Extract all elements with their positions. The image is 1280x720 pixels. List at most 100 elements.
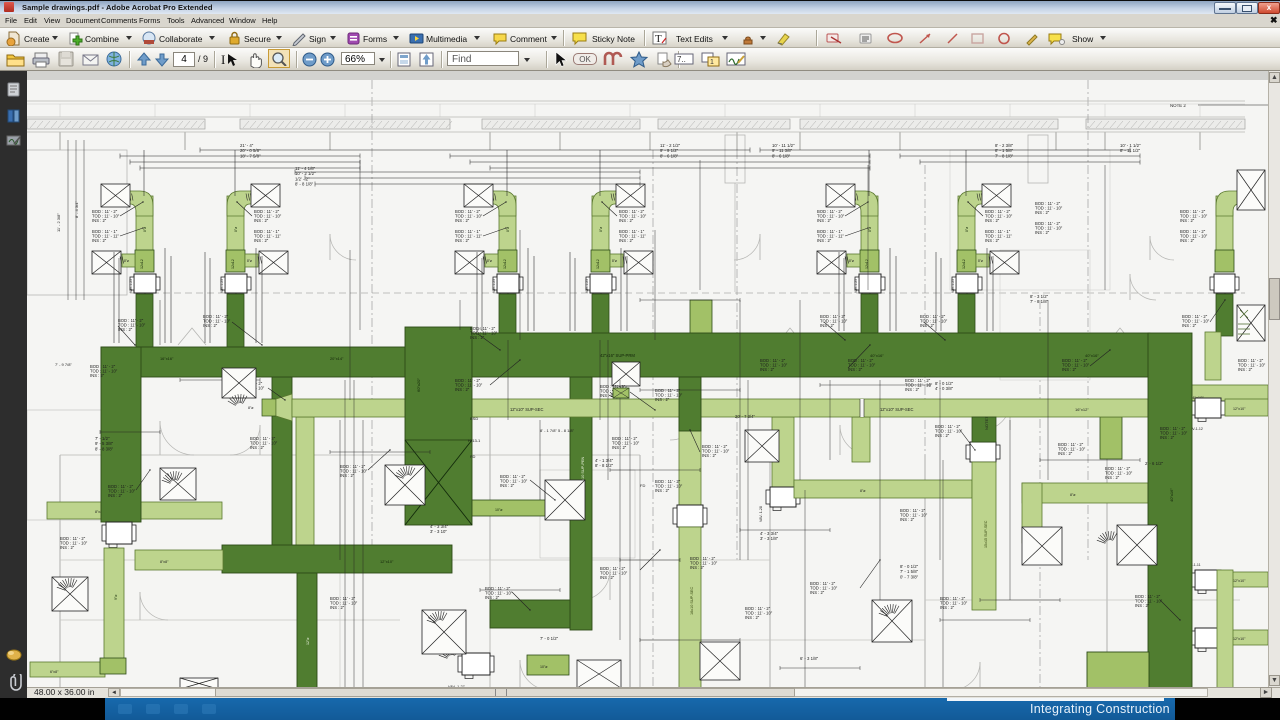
svg-text:INS : 2": INS : 2" [612,445,627,450]
svg-text:8' - 8 3/8": 8' - 8 3/8" [95,446,114,451]
svg-text:20"x14": 20"x14" [330,356,344,361]
svg-text:8"ø: 8"ø [599,227,603,232]
svg-text:INS : 2": INS : 2" [118,327,133,332]
svg-text:20' - 7 3/4": 20' - 7 3/4" [735,414,755,419]
svg-text:INS : 2": INS : 2" [1180,218,1195,223]
svg-text:8"ø: 8"ø [868,227,872,232]
svg-text:VAV-1-25: VAV-1-25 [585,279,589,293]
svg-text:12"ø: 12"ø [306,637,310,645]
svg-text:INS : 2": INS : 2" [1105,475,1120,480]
svg-text:7..: 7.. [677,55,686,64]
svg-text:VAV-1-25: VAV-1-25 [492,279,496,293]
svg-text:INS : 2": INS : 2" [619,238,634,243]
svg-text:INS : 2": INS : 2" [600,393,615,398]
svg-text:8' - 8 1/8": 8' - 8 1/8" [295,182,314,187]
svg-text:INS : 2": INS : 2" [108,493,123,498]
svg-text:INS : 2": INS : 2" [1160,435,1175,440]
svg-text:12x12: 12x12 [596,259,600,269]
svg-text:11' - 2 3/8": 11' - 2 3/8" [56,213,61,232]
svg-text:12x12: 12x12 [140,259,144,269]
svg-text:12x12: 12x12 [503,259,507,269]
svg-text:VAV-1-25: VAV-1-25 [220,279,224,293]
svg-text:12"x10": 12"x10" [1233,407,1246,411]
svg-text:INS : 2": INS : 2" [810,590,825,595]
svg-text:H-13-1: H-13-1 [468,438,481,443]
svg-text:8' - 1 7/8" 5 - 8 1/8": 8' - 1 7/8" 5 - 8 1/8" [540,428,575,433]
svg-text:12"x10": 12"x10" [1233,579,1246,583]
svg-text:INS : 2": INS : 2" [690,565,705,570]
svg-text:8"ø: 8"ø [860,489,866,493]
svg-text:3' - 3 1/8": 3' - 3 1/8" [760,536,779,541]
svg-text:7' - 0 1/2": 7' - 0 1/2" [540,636,559,641]
svg-text:8"ø: 8"ø [487,259,492,263]
svg-text:INS : 2": INS : 2" [455,238,470,243]
svg-text:8"ø: 8"ø [1070,493,1076,497]
svg-text:8' - 4 3/4": 8' - 4 3/4" [74,201,79,218]
svg-text:INS : 2": INS : 2" [254,238,269,243]
svg-text:8"ø: 8"ø [124,259,129,263]
svg-text:4' - 0 3/8": 4' - 0 3/8" [935,386,954,391]
svg-text:INS : 2": INS : 2" [940,605,955,610]
svg-text:INS : 2": INS : 2" [905,387,920,392]
svg-text:INS : 2": INS : 2" [500,483,515,488]
svg-text:INS : 2": INS : 2" [1035,210,1050,215]
svg-text:NOTE7: NOTE7 [984,416,989,430]
svg-text:8"ø: 8"ø [965,227,969,232]
svg-text:INS : 2": INS : 2" [1182,323,1197,328]
svg-text:12"x10" SUP-SEC: 12"x10" SUP-SEC [880,407,913,412]
svg-text:INS : 2": INS : 2" [655,397,670,402]
svg-text:16"x16": 16"x16" [160,356,174,361]
svg-text:12x12: 12x12 [865,259,869,269]
svg-text:VAV-1-25: VAV-1-25 [951,279,955,293]
svg-text:12x12: 12x12 [962,259,966,269]
svg-text:7' - 8 1/8": 7' - 8 1/8" [995,153,1014,158]
svg-text:12"x10" SUP-SEC: 12"x10" SUP-SEC [510,407,543,412]
svg-text:INS : 2": INS : 2" [985,218,1000,223]
svg-text:VAV- 1-28: VAV- 1-28 [759,506,763,522]
svg-text:16"x12": 16"x12" [1075,407,1089,412]
svg-text:8' - 6 1/8": 8' - 6 1/8" [772,153,791,158]
svg-text:INS : 2": INS : 2" [203,323,218,328]
svg-text:INS : 2": INS : 2" [702,453,717,458]
svg-text:I: I [221,52,225,67]
svg-text:INS : 2": INS : 2" [600,575,615,580]
svg-text:9"ø: 9"ø [114,594,118,600]
svg-text:INS : 2": INS : 2" [985,238,1000,243]
svg-text:12"x10": 12"x10" [380,559,394,564]
svg-text:2' - 6 1/2": 2' - 6 1/2" [1145,461,1164,466]
svg-text:T: T [655,33,662,45]
svg-text:1: 1 [710,59,714,66]
svg-text:INS : 2": INS : 2" [485,595,500,600]
svg-text:INS : 2": INS : 2" [92,218,107,223]
svg-text:INS : 2": INS : 2" [340,473,355,478]
svg-text:12"x10": 12"x10" [1233,637,1246,641]
svg-text:INS : 2": INS : 2" [90,373,105,378]
svg-text:INS : 2": INS : 2" [330,605,345,610]
svg-text:8"ø: 8"ø [234,227,238,232]
svg-text:10"ø: 10"ø [495,508,503,512]
svg-text:INS : 2": INS : 2" [760,367,775,372]
svg-text:8' - 8 1/2": 8' - 8 1/2" [595,463,614,468]
svg-text:VAV-1-25: VAV-1-25 [854,279,858,293]
svg-text:INS : 2": INS : 2" [1058,451,1073,456]
svg-text:16x10 SUP-SEC: 16x10 SUP-SEC [690,586,694,615]
svg-text:10"ø: 10"ø [540,665,548,669]
svg-text:FD: FD [640,483,645,488]
svg-text:8"ø: 8"ø [248,406,254,410]
svg-text:3' - 3 10": 3' - 3 10" [430,529,447,534]
svg-text:FD: FD [470,454,475,459]
svg-text:INS : 2": INS : 2" [1035,230,1050,235]
svg-text:INS : 2": INS : 2" [655,488,670,493]
svg-text:18' - 7 5/8": 18' - 7 5/8" [240,153,261,158]
svg-text:INS : 2": INS : 2" [900,517,915,522]
svg-text:INS : 2": INS : 2" [455,218,470,223]
svg-text:INS : 2": INS : 2" [817,238,832,243]
svg-text:6"x8": 6"x8" [50,670,59,674]
svg-text:8"ø: 8"ø [849,259,854,263]
svg-text:INS : 2": INS : 2" [817,218,832,223]
svg-text:INS : 2": INS : 2" [820,323,835,328]
svg-text:VAV-1-25: VAV-1-25 [129,279,133,293]
svg-text:INS : 2": INS : 2" [1238,367,1253,372]
svg-text:INS : 2": INS : 2" [848,367,863,372]
svg-text:40"x16": 40"x16" [1169,488,1174,502]
